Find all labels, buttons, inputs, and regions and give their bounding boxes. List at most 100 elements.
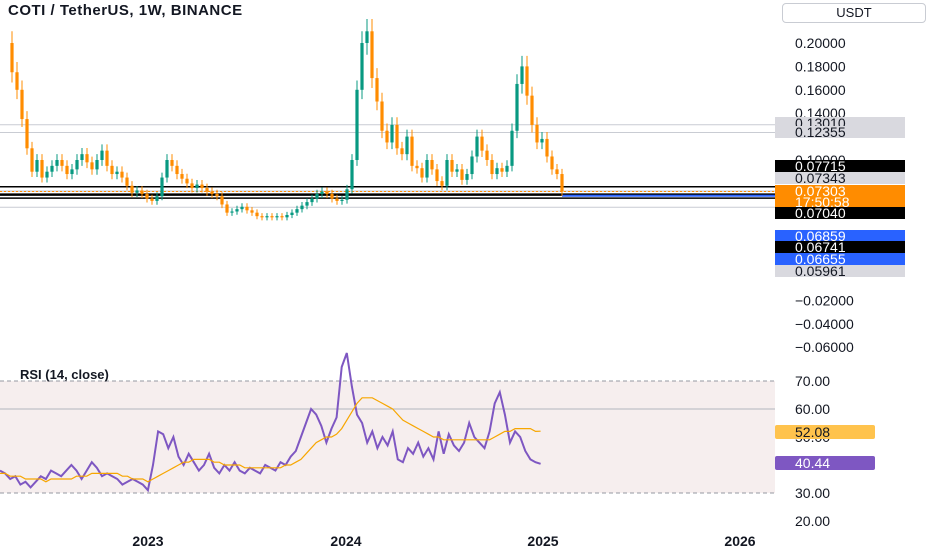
currency-selector[interactable]: USDT [782,3,926,23]
candle-body [280,216,284,218]
candle-body [345,189,349,200]
price-axis-tick-label: −0.06000 [795,339,854,355]
candle-body [140,190,144,194]
candle-body [135,190,139,193]
candle-body [540,138,544,143]
rsi-value-label: 40.44 [795,455,830,471]
candle-body [455,169,459,172]
candle-body [305,202,309,206]
candle-body [460,169,464,180]
candle-body [55,160,59,166]
candle-body [490,160,494,175]
price-level-label: 0.12355 [795,124,846,140]
candle-body [155,196,159,201]
candle-body [65,165,69,175]
candle-body [405,136,409,155]
candle-body [170,160,174,166]
candle-body [450,160,454,172]
candle-body [30,148,34,172]
candle-body [535,124,539,143]
candle-body [335,198,339,201]
candle-body [385,130,389,143]
candle-body [330,193,334,199]
candle-body [190,183,194,189]
chart-title: COTI / TetherUS, 1W, BINANCE [8,2,243,19]
candle-body [315,193,319,199]
candle-body [415,165,419,169]
candle-body [240,206,244,210]
candle-body [200,184,204,189]
candle-body [165,160,169,178]
candle-body [395,124,399,149]
candle-body [80,154,84,160]
candle-body [350,160,354,190]
price-axis-tick-label: 0.20000 [795,35,846,51]
candle-body [115,171,119,175]
candle-body [270,216,274,218]
candle-body [310,198,314,203]
candle-body [40,160,44,178]
rsi-title: RSI (14, close) [20,367,109,382]
candle-body [355,89,359,160]
candle-body [320,191,324,194]
candle-body [520,66,524,84]
candle-body [470,156,474,175]
candle-body [410,136,414,166]
candle-body [475,136,479,157]
candle-body [100,150,104,160]
candle-body [145,193,149,199]
candle-body [35,160,39,172]
rsi-axis-tick-label: 60.00 [795,401,830,417]
candle-body [510,130,514,166]
candle-body [215,193,219,197]
candle-body [480,136,484,151]
candle-body [300,205,304,210]
candle-body [25,119,29,149]
candle-body [390,124,394,143]
candle-body [285,214,289,218]
time-axis-tick-label: 2025 [527,533,558,549]
candle-body [290,212,294,215]
candle-body [525,66,529,96]
candle-body [430,160,434,170]
candle-body [95,160,99,170]
rsi-axis-tick-label: 30.00 [795,485,830,501]
candle-body [220,196,224,205]
candle-body [195,184,199,189]
candle-body [90,162,94,170]
rsi-axis-tick-label: 70.00 [795,373,830,389]
candle-body [325,191,329,194]
candle-body [255,212,259,217]
candle-body [515,83,519,131]
candle-body [50,165,54,172]
candle-body [250,210,254,213]
candle-body [205,188,209,192]
price-axis-tick-label: 0.18000 [795,58,846,74]
price-axis-tick-label: −0.02000 [795,292,854,308]
price-axis-tick-label: −0.04000 [795,316,854,332]
candle-body [85,154,89,163]
candle-body [370,31,374,79]
candle-body [445,160,449,186]
candle-body [265,216,269,218]
candle-body [15,72,19,90]
rsi-band-background [0,381,775,493]
time-axis-tick-label: 2026 [724,533,755,549]
candle-body [550,156,554,170]
candle-body [175,165,179,175]
candle-body [10,43,14,73]
price-chart[interactable]: 0.200000.180000.160000.140000.10000−0.02… [0,0,932,550]
price-axis-tick-label: 0.16000 [795,82,846,98]
candle-body [185,178,189,184]
chart-stage: 0.200000.180000.160000.140000.10000−0.02… [0,0,932,550]
candle-body [465,174,469,180]
candle-body [150,198,154,201]
candle-body [380,101,384,131]
candle-body [420,168,424,178]
candle-body [440,181,444,186]
candle-body [340,199,344,201]
candle-body [180,174,184,179]
candle-body [530,95,534,125]
candle-body [20,89,24,120]
candle-body [505,165,509,172]
